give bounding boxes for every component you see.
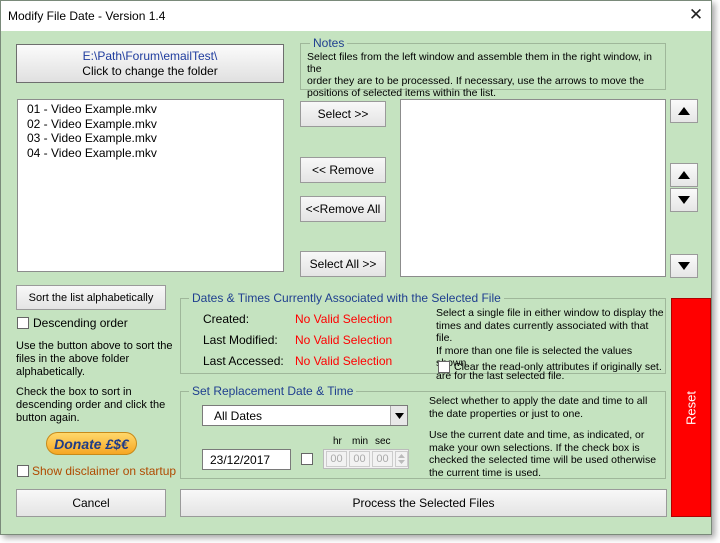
move-up-button[interactable] — [670, 163, 698, 187]
notes-line: positions of selected items within the l… — [307, 87, 497, 99]
help-line: alphabetically. — [16, 366, 85, 378]
notes-line: order they are to be processed. If neces… — [307, 75, 645, 87]
move-top-button[interactable] — [670, 99, 698, 123]
reset-label: Reset — [683, 390, 699, 425]
select-button[interactable]: Select >> — [300, 101, 386, 127]
process-files-button[interactable]: Process the Selected Files — [180, 489, 667, 517]
info-line: times and dates currently associated wit… — [436, 319, 649, 345]
created-label: Created: — [203, 312, 250, 326]
replacement-info-1: Select whether to apply the date and tim… — [429, 395, 663, 420]
info-line: Use the current date and time, as indica… — [429, 429, 645, 441]
sec-label: sec — [375, 436, 391, 447]
last-accessed-value: No Valid Selection — [295, 354, 393, 368]
spinner-arrows-icon — [398, 454, 405, 464]
notes-line: Select files from the left window and as… — [307, 51, 652, 75]
source-file-list[interactable]: 01 - Video Example.mkv 02 - Video Exampl… — [17, 99, 284, 272]
remove-all-button[interactable]: <<Remove All — [300, 196, 386, 222]
close-icon[interactable]: ✕ — [684, 4, 708, 26]
arrow-up-icon — [678, 107, 690, 115]
help-line: files in the above folder — [16, 353, 130, 365]
dropdown-button[interactable] — [390, 406, 407, 425]
donate-button[interactable]: Donate £$€ — [46, 432, 137, 455]
date-scope-value: All Dates — [214, 409, 263, 423]
chevron-down-icon — [394, 412, 404, 419]
last-accessed-label: Last Accessed: — [203, 354, 284, 368]
use-selected-time-checkbox[interactable] — [301, 453, 313, 465]
created-value: No Valid Selection — [295, 312, 393, 326]
second-field[interactable]: 00 — [372, 451, 393, 467]
notes-text: Select files from the left window and as… — [307, 51, 663, 99]
change-folder-label: Click to change the folder — [82, 63, 218, 78]
help-line: Check the box to sort in — [16, 386, 132, 398]
list-item[interactable]: 02 - Video Example.mkv — [18, 117, 283, 132]
replacement-info-2: Use the current date and time, as indica… — [429, 429, 663, 479]
selected-file-list[interactable] — [400, 99, 666, 277]
last-modified-value: No Valid Selection — [295, 333, 393, 347]
descending-order-checkbox[interactable] — [17, 317, 29, 329]
change-folder-button[interactable]: E:\Path\Forum\emailTest\ Click to change… — [16, 44, 284, 83]
info-line: the current time is used. — [429, 466, 542, 479]
folder-path: E:\Path\Forum\emailTest\ — [82, 48, 218, 63]
date-value: 23/12/2017 — [210, 453, 271, 467]
info-line: Select whether to apply the date and tim… — [429, 395, 648, 407]
cancel-button[interactable]: Cancel — [16, 489, 166, 517]
help-line: button again. — [16, 412, 80, 424]
sort-descending-help-text: Check the box to sort in descending orde… — [16, 386, 176, 425]
notes-legend: Notes — [310, 36, 348, 50]
arrow-down-icon — [678, 262, 690, 270]
disclaimer-label: Show disclaimer on startup — [32, 464, 177, 478]
time-input-group: 00 00 00 — [323, 449, 409, 469]
sort-alphabetically-button[interactable]: Sort the list alphabetically — [16, 285, 166, 310]
title-bar: Modify File Date - Version 1.4 ✕ — [1, 1, 711, 31]
min-label: min — [352, 436, 369, 447]
remove-button[interactable]: << Remove — [300, 157, 386, 183]
hr-label: hr — [333, 436, 342, 447]
select-all-button[interactable]: Select All >> — [300, 251, 386, 277]
replacement-legend: Set Replacement Date & Time — [189, 384, 357, 398]
help-line: descending order and click the — [16, 399, 166, 411]
move-down-button[interactable] — [670, 188, 698, 212]
descending-order-label: Descending order — [33, 316, 128, 330]
arrow-down-icon — [678, 196, 690, 204]
info-line: make your own selections. If the check b… — [429, 441, 640, 454]
current-dates-legend: Dates & Times Currently Associated with … — [189, 291, 504, 305]
disclaimer-checkbox[interactable] — [17, 465, 29, 477]
hour-field[interactable]: 00 — [326, 451, 347, 467]
help-line: Use the button above to sort the — [16, 340, 173, 352]
sort-help-text: Use the button above to sort the files i… — [16, 340, 176, 379]
list-item[interactable]: 03 - Video Example.mkv — [18, 131, 283, 146]
info-line: the date properties or just to one. — [429, 407, 584, 420]
date-scope-dropdown[interactable]: All Dates — [202, 405, 408, 426]
arrow-up-icon — [678, 171, 690, 179]
move-bottom-button[interactable] — [670, 254, 698, 278]
date-input[interactable]: 23/12/2017 — [202, 449, 291, 470]
info-line: Select a single file in either window to… — [436, 307, 664, 319]
clear-readonly-label: Clear the read-only attributes if origin… — [454, 361, 662, 373]
info-line: checked the selected time will be used o… — [429, 454, 657, 466]
reset-button[interactable]: Reset — [671, 298, 711, 517]
list-item[interactable]: 01 - Video Example.mkv — [18, 102, 283, 117]
minute-field[interactable]: 00 — [349, 451, 370, 467]
list-item[interactable]: 04 - Video Example.mkv — [18, 146, 283, 161]
last-modified-label: Last Modified: — [203, 333, 278, 347]
window-title: Modify File Date - Version 1.4 — [8, 9, 166, 23]
modify-file-date-window: Modify File Date - Version 1.4 ✕ E:\Path… — [0, 0, 712, 535]
time-spinner[interactable] — [395, 451, 408, 467]
clear-readonly-checkbox[interactable] — [438, 361, 450, 373]
